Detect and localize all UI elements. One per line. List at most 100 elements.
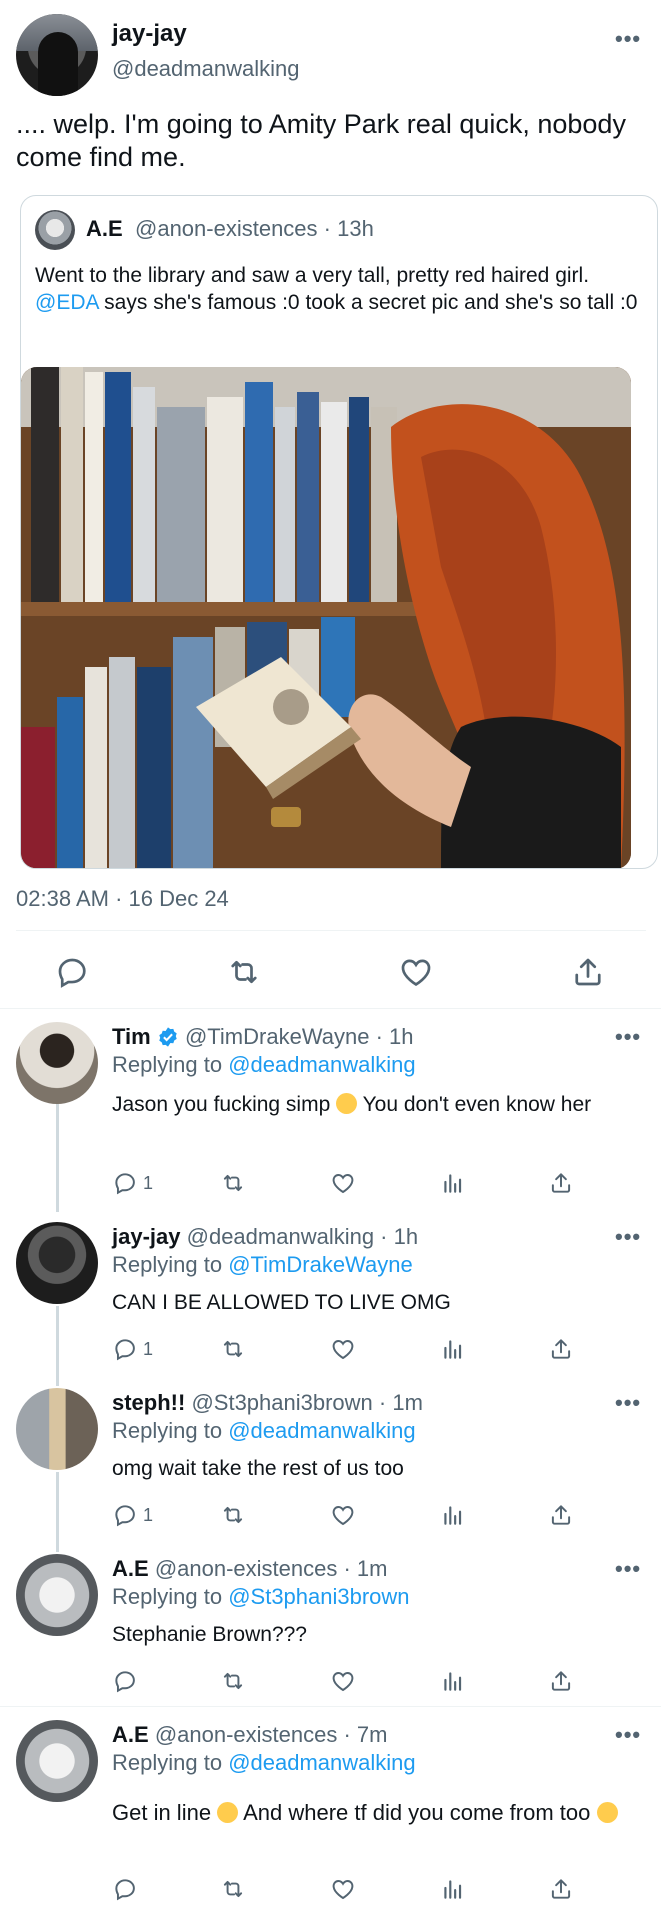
- avatar[interactable]: [16, 1720, 98, 1802]
- reply-tweet[interactable]: steph!! @St3phani3brown · 1m ••• Replyin…: [0, 1376, 661, 1542]
- views-icon: [440, 1668, 466, 1694]
- reply-button[interactable]: 1: [112, 1334, 153, 1364]
- like-button[interactable]: [330, 1168, 356, 1198]
- views-button[interactable]: [440, 1666, 466, 1696]
- more-options-icon[interactable]: •••: [615, 1722, 641, 1748]
- retweet-button[interactable]: [220, 1666, 246, 1696]
- mention-link[interactable]: @deadmanwalking: [228, 1750, 415, 1775]
- quoted-tweet[interactable]: A.E @anon-existences · 13h Went to the l…: [20, 195, 658, 869]
- share-button[interactable]: [548, 1168, 574, 1198]
- reply-tweet[interactable]: A.E @anon-existences · 1m ••• Replying t…: [0, 1542, 661, 1706]
- quoted-author-meta: @anon-existences · 13h: [135, 216, 374, 241]
- like-button[interactable]: [330, 1334, 356, 1364]
- like-icon: [330, 1336, 356, 1362]
- author-name[interactable]: jay-jay: [112, 1224, 181, 1249]
- tweet-timestamp[interactable]: 02:38 AM · 16 Dec 24: [16, 886, 229, 912]
- share-icon: [548, 1336, 574, 1362]
- avatar[interactable]: [16, 1388, 98, 1470]
- share-icon: [548, 1876, 574, 1902]
- mention-link[interactable]: @EDA: [35, 291, 98, 314]
- reply-button[interactable]: 1: [112, 1168, 153, 1198]
- more-options-icon[interactable]: •••: [615, 26, 641, 52]
- library-photo[interactable]: [21, 367, 631, 868]
- retweet-button[interactable]: [220, 1500, 246, 1530]
- reply-tweet[interactable]: jay-jay @deadmanwalking · 1h ••• Replyin…: [0, 1210, 661, 1376]
- replying-to: Replying to @deadmanwalking: [112, 1052, 416, 1078]
- like-button[interactable]: [330, 1666, 356, 1696]
- author-meta: @anon-existences · 7m: [154, 1722, 388, 1747]
- reply-button[interactable]: [112, 1874, 143, 1904]
- mention-link[interactable]: @deadmanwalking: [228, 1052, 415, 1077]
- replying-label: Replying to: [112, 1750, 223, 1775]
- author-name[interactable]: A.E: [112, 1556, 149, 1581]
- reply-text-part: Jason you fucking simp: [112, 1093, 331, 1116]
- bookshelf-top: [31, 367, 397, 602]
- reply-header: Tim @TimDrakeWayne · 1h: [112, 1024, 414, 1050]
- share-button[interactable]: [548, 1874, 574, 1904]
- divider: [0, 1008, 661, 1009]
- reply-count: 1: [143, 1338, 154, 1359]
- more-options-icon[interactable]: •••: [615, 1390, 641, 1416]
- unamused-face-icon: [217, 1802, 239, 1823]
- retweet-icon: [220, 1170, 246, 1196]
- author-name[interactable]: jay-jay: [112, 20, 187, 48]
- like-icon[interactable]: [398, 954, 434, 990]
- author-name[interactable]: Tim: [112, 1024, 151, 1049]
- more-options-icon[interactable]: •••: [615, 1224, 641, 1250]
- loudly-crying-face-icon: [596, 1802, 618, 1823]
- reply-icon: [112, 1668, 138, 1694]
- replying-label: Replying to: [112, 1052, 223, 1077]
- mention-link[interactable]: @deadmanwalking: [228, 1418, 415, 1443]
- views-button[interactable]: [440, 1168, 466, 1198]
- share-button[interactable]: [548, 1500, 574, 1530]
- replying-to: Replying to @deadmanwalking: [112, 1750, 416, 1776]
- more-options-icon[interactable]: •••: [615, 1024, 641, 1050]
- avatar[interactable]: [16, 1222, 98, 1304]
- mention-link[interactable]: @St3phani3brown: [228, 1584, 409, 1609]
- share-icon[interactable]: [570, 954, 606, 990]
- replying-label: Replying to: [112, 1418, 223, 1443]
- replying-to: Replying to @St3phani3brown: [112, 1584, 410, 1610]
- replying-label: Replying to: [112, 1584, 223, 1609]
- reply-text: omg wait take the rest of us too: [112, 1457, 404, 1480]
- like-icon: [330, 1876, 356, 1902]
- avatar[interactable]: [16, 1554, 98, 1636]
- mention-link[interactable]: @TimDrakeWayne: [228, 1252, 413, 1277]
- like-icon: [330, 1502, 356, 1528]
- reply-text-part: You don't even know her: [357, 1093, 592, 1116]
- like-icon: [330, 1668, 356, 1694]
- views-icon: [440, 1336, 466, 1362]
- more-options-icon[interactable]: •••: [615, 1556, 641, 1582]
- retweet-button[interactable]: [220, 1334, 246, 1364]
- retweet-icon: [220, 1668, 246, 1694]
- reply-button[interactable]: [112, 1666, 143, 1696]
- quoted-tweet-text: Went to the library and saw a very tall,…: [35, 262, 645, 316]
- reply-button[interactable]: 1: [112, 1500, 153, 1530]
- retweet-icon[interactable]: [226, 954, 262, 990]
- views-button[interactable]: [440, 1874, 466, 1904]
- like-button[interactable]: [330, 1500, 356, 1530]
- reply-icon[interactable]: [54, 954, 90, 990]
- retweet-button[interactable]: [220, 1168, 246, 1198]
- author-meta: @TimDrakeWayne · 1h: [184, 1024, 414, 1049]
- avatar[interactable]: [16, 14, 98, 96]
- author-meta: @anon-existences · 1m: [154, 1556, 388, 1581]
- views-button[interactable]: [440, 1334, 466, 1364]
- quoted-text-part: Went to the library and saw a very tall,…: [35, 264, 590, 287]
- reply-icon: [112, 1876, 138, 1902]
- retweet-button[interactable]: [220, 1874, 246, 1904]
- like-button[interactable]: [330, 1874, 356, 1904]
- reply-tweet[interactable]: Tim @TimDrakeWayne · 1h ••• Replying to …: [0, 1010, 661, 1210]
- share-button[interactable]: [548, 1334, 574, 1364]
- avatar[interactable]: [16, 1022, 98, 1104]
- reply-header: jay-jay @deadmanwalking · 1h: [112, 1224, 418, 1250]
- views-button[interactable]: [440, 1500, 466, 1530]
- reply-text-part: Get in line: [112, 1800, 212, 1825]
- loudly-crying-face-icon: [336, 1093, 358, 1114]
- author-name[interactable]: A.E: [112, 1722, 149, 1747]
- author-handle[interactable]: @deadmanwalking: [112, 56, 299, 82]
- share-button[interactable]: [548, 1666, 574, 1696]
- share-icon: [548, 1170, 574, 1196]
- reply-tweet[interactable]: A.E @anon-existences · 7m ••• Replying t…: [0, 1708, 661, 1920]
- author-name[interactable]: steph!!: [112, 1390, 185, 1415]
